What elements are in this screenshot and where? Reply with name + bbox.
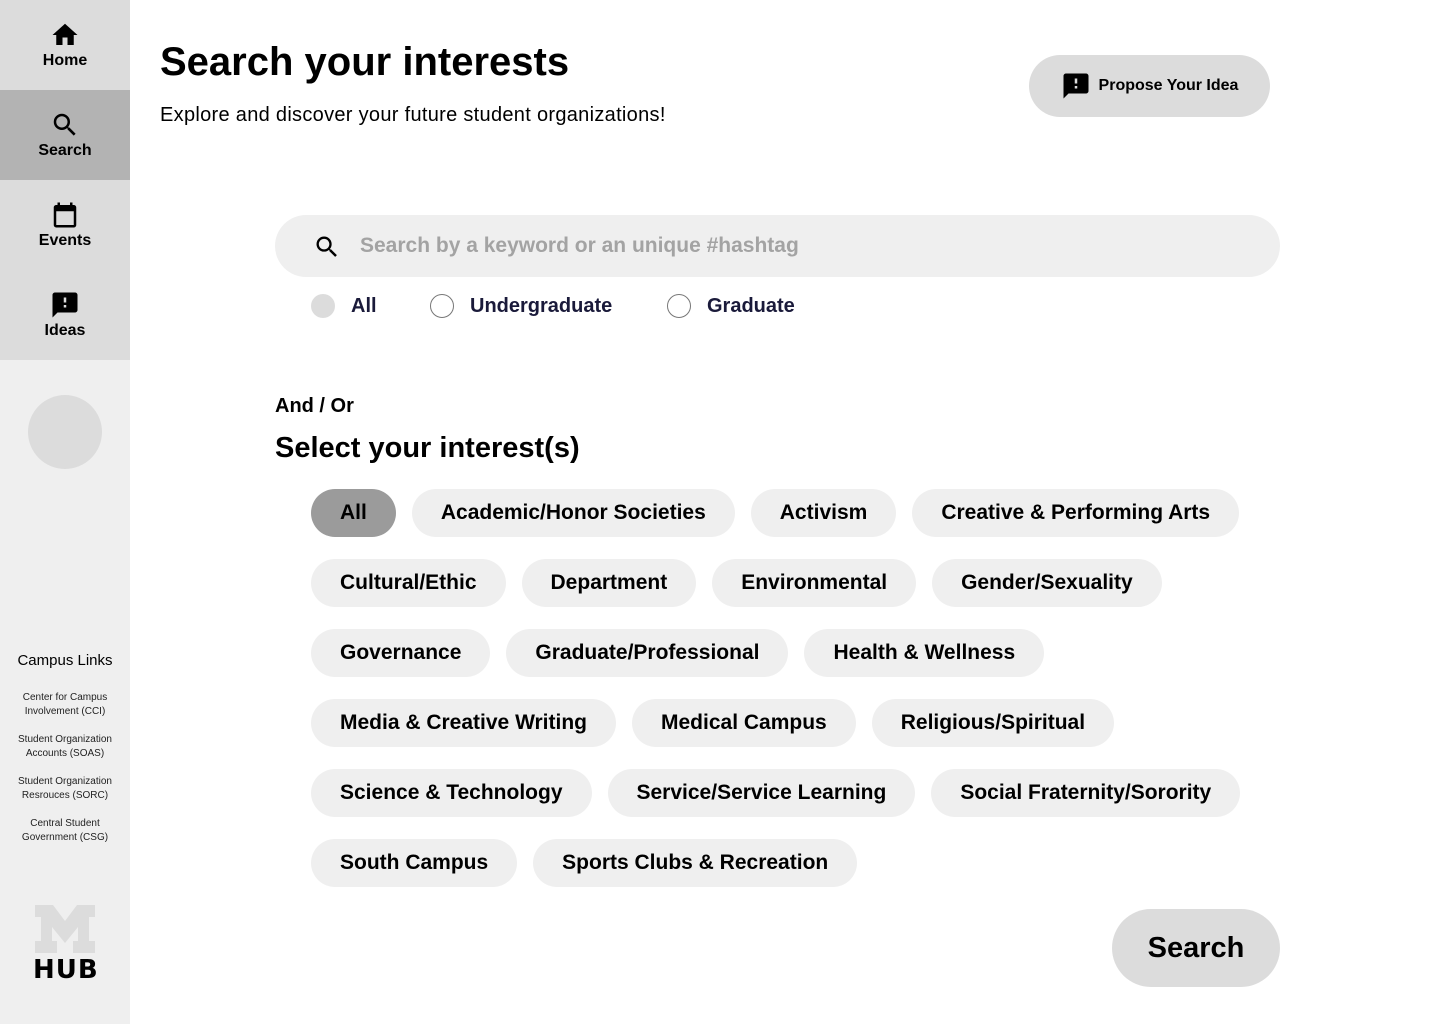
interest-chip[interactable]: Gender/Sexuality <box>932 559 1162 607</box>
chip-row: Media & Creative Writing Medical Campus … <box>311 699 1291 747</box>
nav-search[interactable]: Search <box>0 90 130 180</box>
campus-links-title: Campus Links <box>17 652 113 669</box>
interest-chip[interactable]: Media & Creative Writing <box>311 699 616 747</box>
nav-home-label: Home <box>42 52 88 69</box>
search-icon <box>316 236 337 257</box>
search-input[interactable] <box>360 215 1240 277</box>
campus-link-cci[interactable]: Center for Campus Involvement (CCI) <box>8 691 122 719</box>
radio-graduate[interactable]: Graduate <box>667 294 795 318</box>
interest-chip[interactable]: Cultural/Ethic <box>311 559 506 607</box>
feedback-icon <box>1063 73 1089 99</box>
propose-idea-label: Propose Your Idea <box>1098 77 1239 94</box>
interest-chip[interactable]: South Campus <box>311 839 518 887</box>
feedback-icon <box>52 292 78 318</box>
interest-chip[interactable]: Social Fraternity/Sorority <box>931 769 1241 817</box>
radio-all[interactable]: All <box>311 294 377 318</box>
nav-events[interactable]: Events <box>0 180 130 270</box>
interest-chip[interactable]: Department <box>521 559 697 607</box>
logo-text: HUB <box>33 955 99 985</box>
radio-label-all: All <box>351 294 377 317</box>
interest-chip[interactable]: Environmental <box>712 559 917 607</box>
interest-chip[interactable]: Graduate/Professional <box>506 629 789 677</box>
propose-idea-button[interactable]: Propose Your Idea <box>1029 55 1270 117</box>
radio-label-undergraduate: Undergraduate <box>470 294 613 317</box>
interest-chip[interactable]: Governance <box>311 629 491 677</box>
search-bar <box>275 215 1280 277</box>
interest-chip[interactable]: Service/Service Learning <box>607 769 916 817</box>
nav-home[interactable]: Home <box>0 0 130 90</box>
home-icon <box>52 23 78 45</box>
interest-chip[interactable]: Sports Clubs & Recreation <box>533 839 858 887</box>
interest-chip[interactable]: Activism <box>750 489 897 537</box>
search-icon <box>53 113 76 136</box>
interest-chip[interactable]: Creative & Performing Arts <box>912 489 1240 537</box>
block-m-icon <box>35 905 95 953</box>
radio-indicator[interactable] <box>667 294 691 318</box>
avatar[interactable] <box>28 395 102 469</box>
interest-chip[interactable]: Academic/Honor Societies <box>411 489 735 537</box>
interest-chip-all[interactable]: All <box>311 489 396 537</box>
nav-search-label: Search <box>38 142 92 159</box>
hub-logo: HUB <box>33 905 99 985</box>
sidebar: Home Search Events Ideas Campus Links Ce… <box>0 0 130 1024</box>
chip-row: Science & Technology Service/Service Lea… <box>311 769 1291 817</box>
page-title: Search your interests <box>160 40 570 84</box>
radio-label-graduate: Graduate <box>707 294 795 317</box>
interest-chip[interactable]: Health & Wellness <box>804 629 1045 677</box>
nav-ideas[interactable]: Ideas <box>0 270 130 360</box>
interest-chip[interactable]: Science & Technology <box>311 769 592 817</box>
campus-link-sorc[interactable]: Student Organization Resrouces (SORC) <box>8 775 122 803</box>
campus-link-csg[interactable]: Central Student Government (CSG) <box>8 817 122 845</box>
nav-events-label: Events <box>38 232 92 249</box>
interest-chips: All Academic/Honor Societies Activism Cr… <box>311 489 1291 909</box>
radio-undergraduate[interactable]: Undergraduate <box>430 294 612 318</box>
nav-ideas-label: Ideas <box>44 322 86 339</box>
page-subtitle: Explore and discover your future student… <box>160 104 666 126</box>
radio-indicator[interactable] <box>311 294 335 318</box>
interest-chip[interactable]: Religious/Spiritual <box>871 699 1115 747</box>
chip-row: All Academic/Honor Societies Activism Cr… <box>311 489 1291 537</box>
radio-indicator[interactable] <box>430 294 454 318</box>
interests-title: Select your interest(s) <box>275 432 580 464</box>
campus-link-soas[interactable]: Student Organization Accounts (SOAS) <box>8 733 122 761</box>
and-or-label: And / Or <box>275 395 354 417</box>
chip-row: South Campus Sports Clubs & Recreation <box>311 839 1291 887</box>
chip-row: Cultural/Ethic Department Environmental … <box>311 559 1291 607</box>
chip-row: Governance Graduate/Professional Health … <box>311 629 1291 677</box>
interest-chip[interactable]: Medical Campus <box>632 699 856 747</box>
calendar-icon <box>53 202 77 228</box>
search-button[interactable]: Search <box>1112 909 1280 987</box>
